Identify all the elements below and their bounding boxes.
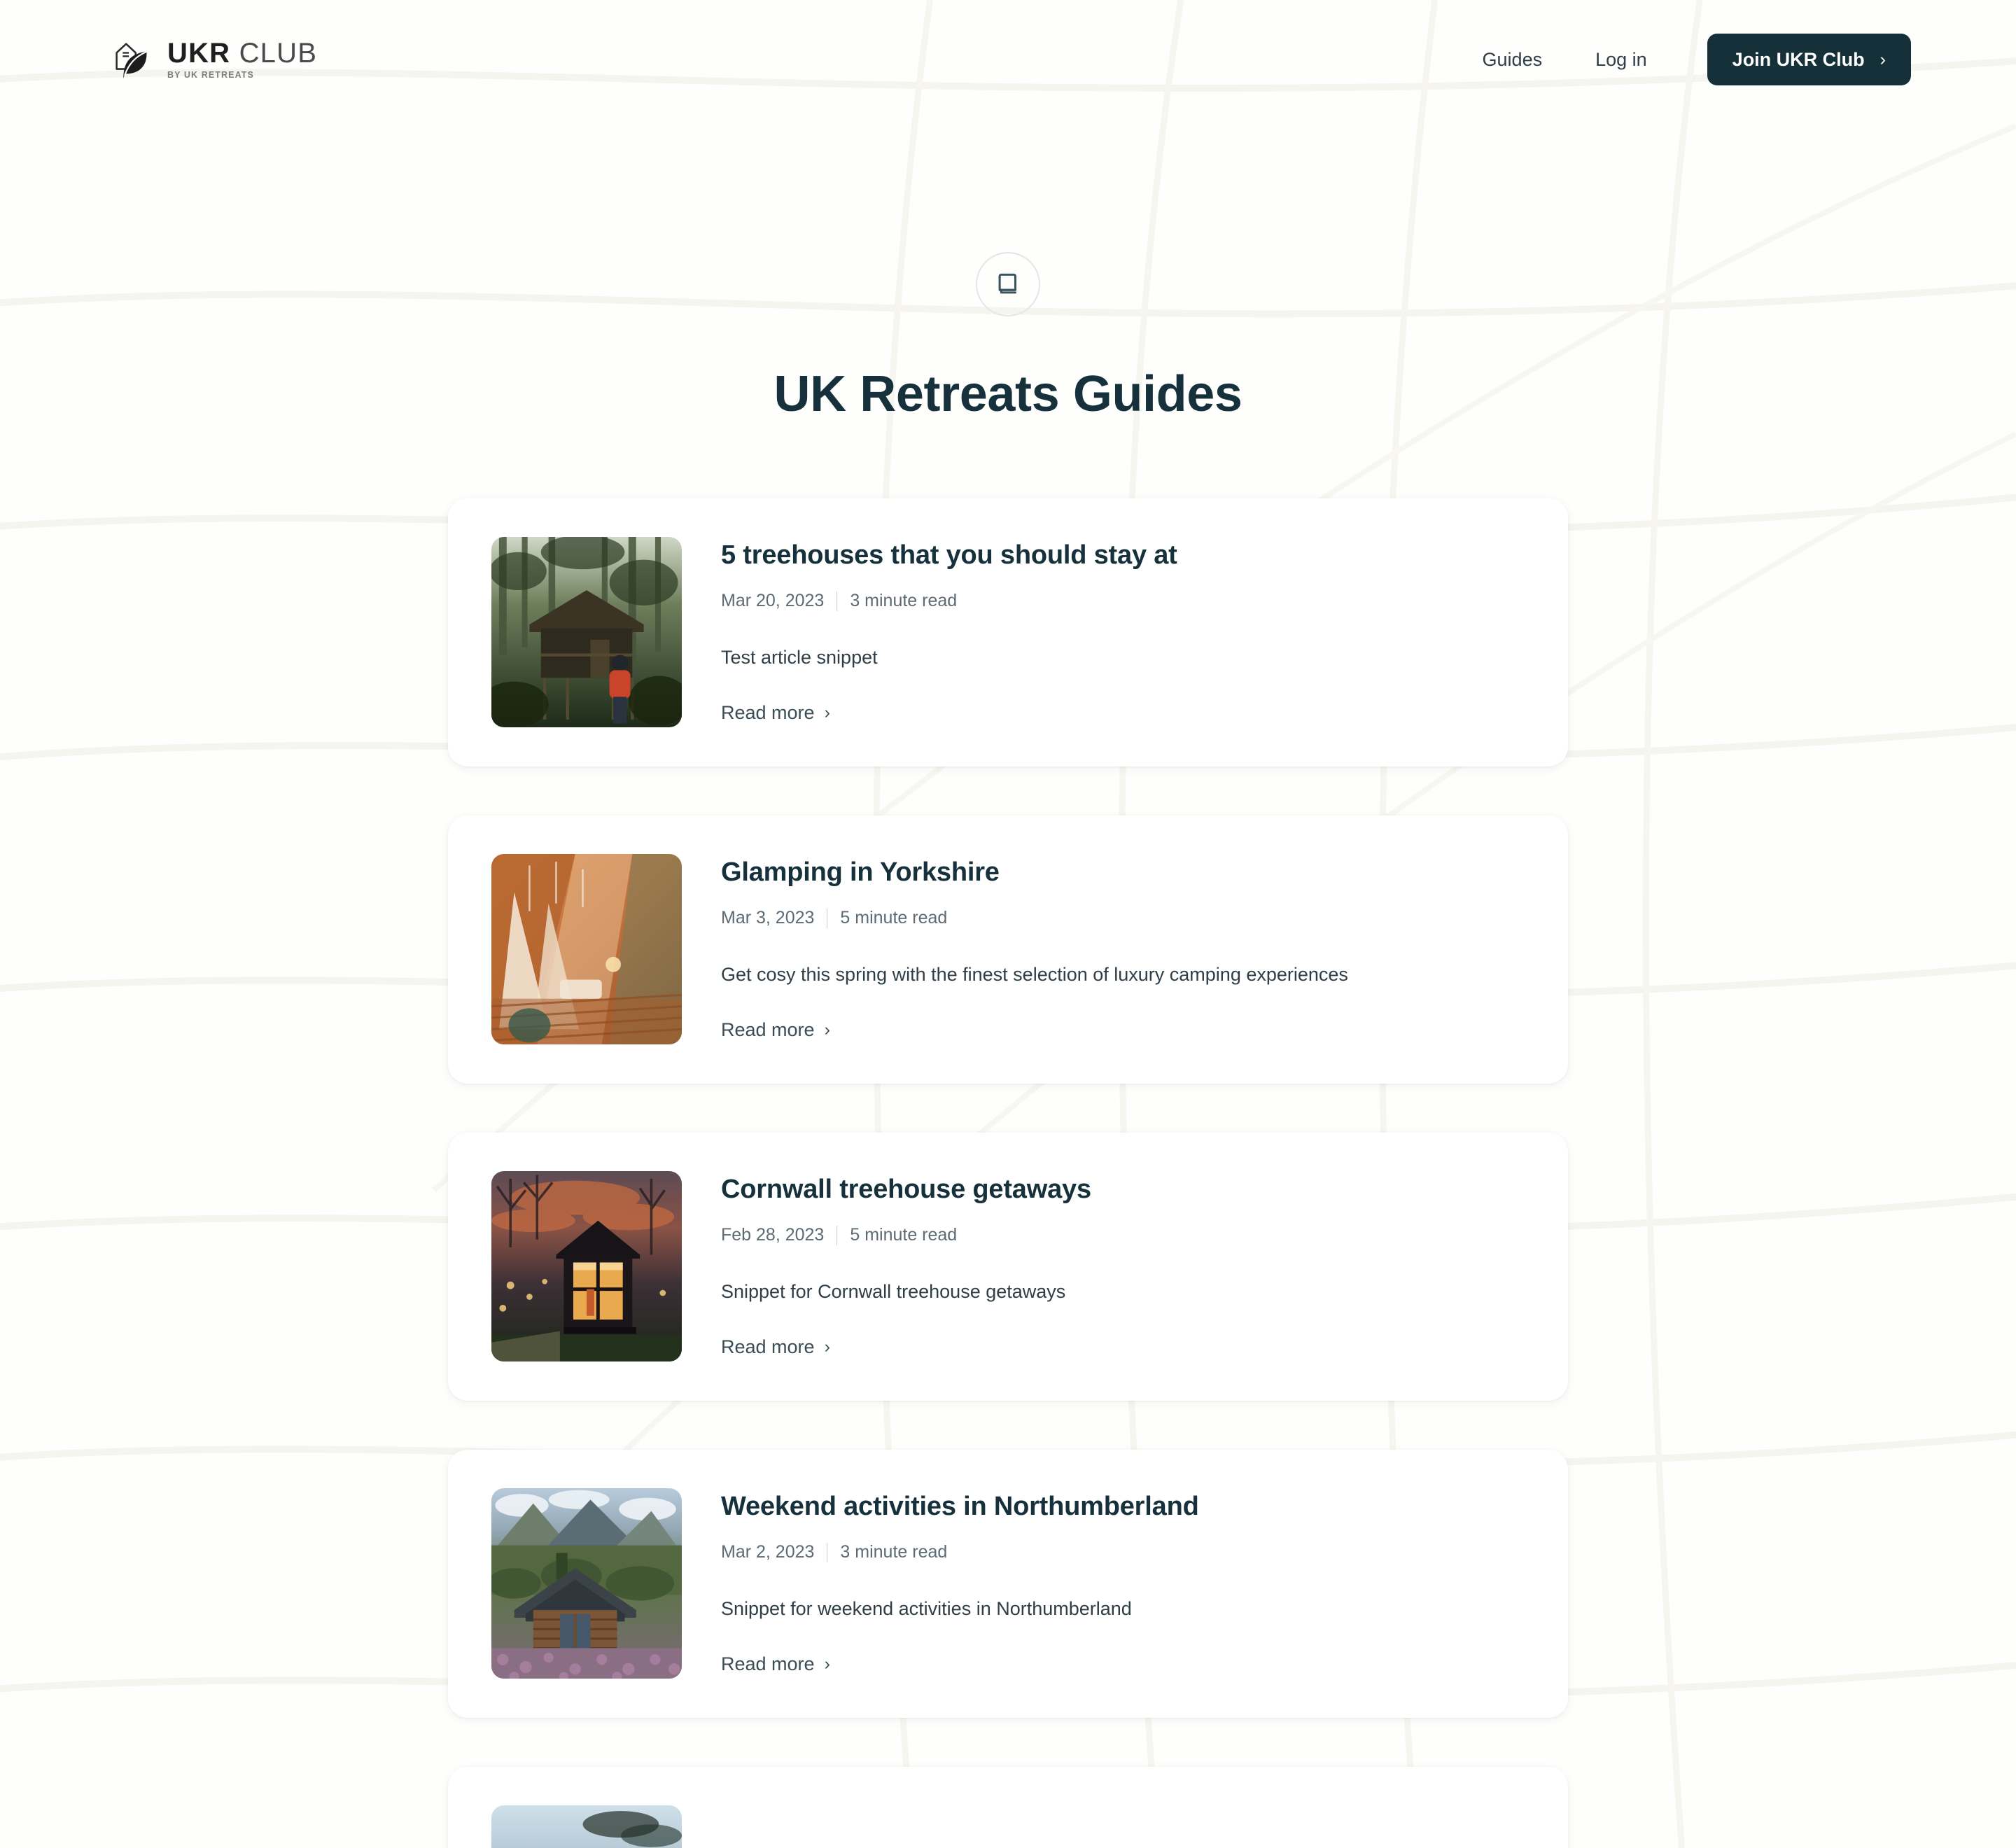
site-header: UKR CLUB BY UK RETREATS Guides Log in Jo… <box>0 0 2016 119</box>
guide-meta: Mar 3, 2023 5 minute read <box>721 908 1526 928</box>
house-leaf-logo-icon <box>115 43 147 79</box>
guides-list: 5 treehouses that you should stay at Mar… <box>448 498 1568 1848</box>
meta-separator <box>836 591 838 611</box>
guide-snippet: Test article snippet <box>721 647 878 668</box>
read-more-link[interactable]: Read more › <box>721 702 830 724</box>
guide-card[interactable] <box>448 1767 1568 1848</box>
glamping-tent-interior-photo <box>491 854 682 1044</box>
guide-snippet: Snippet for weekend activities in Northu… <box>721 1598 1132 1620</box>
mountain-cabin-heather-photo <box>491 1488 682 1679</box>
guide-snippet: Snippet for Cornwall treehouse getaways <box>721 1281 1066 1303</box>
join-ukr-club-label: Join UKR Club <box>1732 48 1865 70</box>
dusk-cabin-photo <box>491 1171 682 1362</box>
guide-body: 5 treehouses that you should stay at Mar… <box>721 537 1526 724</box>
guide-date: Feb 28, 2023 <box>721 1225 825 1245</box>
guide-body: Cornwall treehouse getaways Feb 28, 2023… <box>721 1171 1526 1358</box>
brand-title: UKR CLUB <box>167 39 317 67</box>
chevron-right-icon: › <box>1879 49 1886 69</box>
read-more-label: Read more <box>721 1018 815 1040</box>
guide-date: Mar 2, 2023 <box>721 1542 815 1562</box>
guide-meta: Mar 20, 2023 3 minute read <box>721 591 1526 611</box>
guide-meta: Mar 2, 2023 3 minute read <box>721 1542 1526 1562</box>
forest-treehouse-photo <box>491 537 682 727</box>
read-more-link[interactable]: Read more › <box>721 1336 830 1358</box>
guide-read-time: 3 minute read <box>850 591 958 611</box>
guide-read-time: 3 minute read <box>840 1542 948 1562</box>
page-title: UK Retreats Guides <box>774 366 1242 422</box>
chevron-right-icon: › <box>824 1019 830 1040</box>
chevron-right-icon: › <box>824 702 830 722</box>
guide-card[interactable]: 5 treehouses that you should stay at Mar… <box>448 498 1568 766</box>
brand-name-thin: CLUB <box>239 38 318 69</box>
read-more-label: Read more <box>721 1336 815 1357</box>
guide-meta: Feb 28, 2023 5 minute read <box>721 1225 1526 1245</box>
guide-date: Mar 20, 2023 <box>721 591 825 611</box>
chevron-right-icon: › <box>824 1336 830 1357</box>
guide-body <box>721 1805 1526 1848</box>
guide-title: Glamping in Yorkshire <box>721 858 1000 887</box>
guide-title: 5 treehouses that you should stay at <box>721 540 1177 570</box>
join-ukr-club-button[interactable]: Join UKR Club › <box>1707 34 1911 85</box>
book-icon <box>998 273 1017 294</box>
read-more-label: Read more <box>721 701 815 723</box>
sky-photo-partial <box>491 1805 682 1848</box>
guide-snippet: Get cosy this spring with the finest sel… <box>721 964 1348 986</box>
guide-card[interactable]: Cornwall treehouse getaways Feb 28, 2023… <box>448 1133 1568 1401</box>
brand-tagline: BY UK RETREATS <box>167 70 254 80</box>
chevron-right-icon: › <box>824 1653 830 1674</box>
read-more-label: Read more <box>721 1653 815 1674</box>
guide-body: Glamping in Yorkshire Mar 3, 2023 5 minu… <box>721 854 1526 1041</box>
primary-nav: Guides Log in Join UKR Club › <box>1456 34 1911 85</box>
brand-name-bold: UKR <box>167 38 231 69</box>
guide-title: Cornwall treehouse getaways <box>721 1175 1091 1204</box>
read-more-link[interactable]: Read more › <box>721 1019 830 1041</box>
brand-wordmark: UKR CLUB BY UK RETREATS <box>167 39 317 80</box>
guide-card[interactable]: Glamping in Yorkshire Mar 3, 2023 5 minu… <box>448 816 1568 1084</box>
guide-date: Mar 3, 2023 <box>721 908 815 928</box>
page-hero: UK Retreats Guides <box>0 119 2016 423</box>
nav-link-login[interactable]: Log in <box>1569 49 1674 71</box>
hero-icon-ring <box>976 252 1040 316</box>
meta-separator <box>836 1225 838 1245</box>
nav-link-guides[interactable]: Guides <box>1456 49 1569 71</box>
guide-read-time: 5 minute read <box>840 908 948 928</box>
guide-title: Weekend activities in Northumberland <box>721 1492 1199 1521</box>
guide-read-time: 5 minute read <box>850 1225 958 1245</box>
brand-logo[interactable]: UKR CLUB BY UK RETREATS <box>108 38 317 81</box>
guide-card[interactable]: Weekend activities in Northumberland Mar… <box>448 1450 1568 1718</box>
read-more-link[interactable]: Read more › <box>721 1653 830 1675</box>
guide-body: Weekend activities in Northumberland Mar… <box>721 1488 1526 1675</box>
